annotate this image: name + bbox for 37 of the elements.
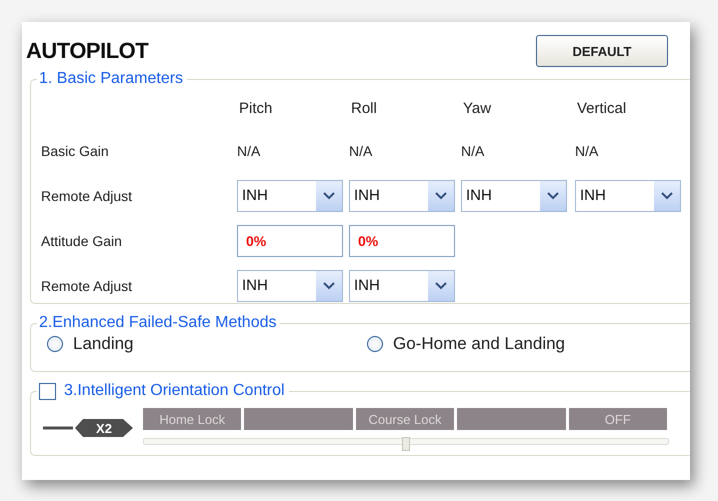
caret-icon (435, 192, 447, 200)
dropdown[interactable]: INH (461, 180, 567, 212)
row-label: Basic Gain (41, 142, 109, 158)
dropdown[interactable]: INH (349, 180, 455, 212)
dropdown[interactable]: INH (349, 270, 455, 302)
column-header: Roll (351, 100, 377, 116)
radio-option[interactable]: Go-Home and Landing (367, 334, 566, 354)
group-legend: 1. Basic Parameters (39, 70, 184, 88)
caret-icon (547, 192, 559, 200)
row-label: Attitude Gain (41, 232, 122, 248)
mode-segment[interactable] (457, 408, 566, 430)
slider-thumb[interactable] (402, 437, 410, 451)
dropdown[interactable]: INH (575, 180, 681, 212)
caret-icon (661, 192, 673, 200)
default-button[interactable]: DEFAULT (536, 35, 668, 67)
cell-text: N/A (349, 142, 372, 158)
mode-segment[interactable] (244, 408, 353, 430)
column-header: Vertical (577, 100, 626, 116)
checkbox[interactable] (39, 382, 56, 400)
input-field[interactable]: 0% (349, 224, 455, 256)
caret-icon (323, 282, 335, 290)
radio-option[interactable]: Landing (47, 334, 367, 354)
cell-text: N/A (237, 142, 260, 158)
input-field[interactable]: 0% (237, 224, 343, 256)
panel-title: AUTOPILOT (26, 38, 148, 64)
dropdown[interactable]: INH (237, 270, 343, 302)
row-label: Remote Adjust (41, 278, 132, 294)
column-header: Pitch (239, 100, 272, 116)
row-label: Remote Adjust (41, 188, 132, 204)
cell-text: N/A (575, 142, 598, 158)
column-header: Yaw (463, 100, 492, 116)
dropdown[interactable]: INH (237, 180, 343, 212)
group-legend: 3.Intelligent Orientation Control (64, 382, 285, 400)
cell-text: N/A (461, 142, 484, 158)
group-legend: 2.Enhanced Failed-Safe Methods (39, 314, 276, 332)
caret-icon (435, 282, 447, 290)
caret-icon (323, 192, 335, 200)
